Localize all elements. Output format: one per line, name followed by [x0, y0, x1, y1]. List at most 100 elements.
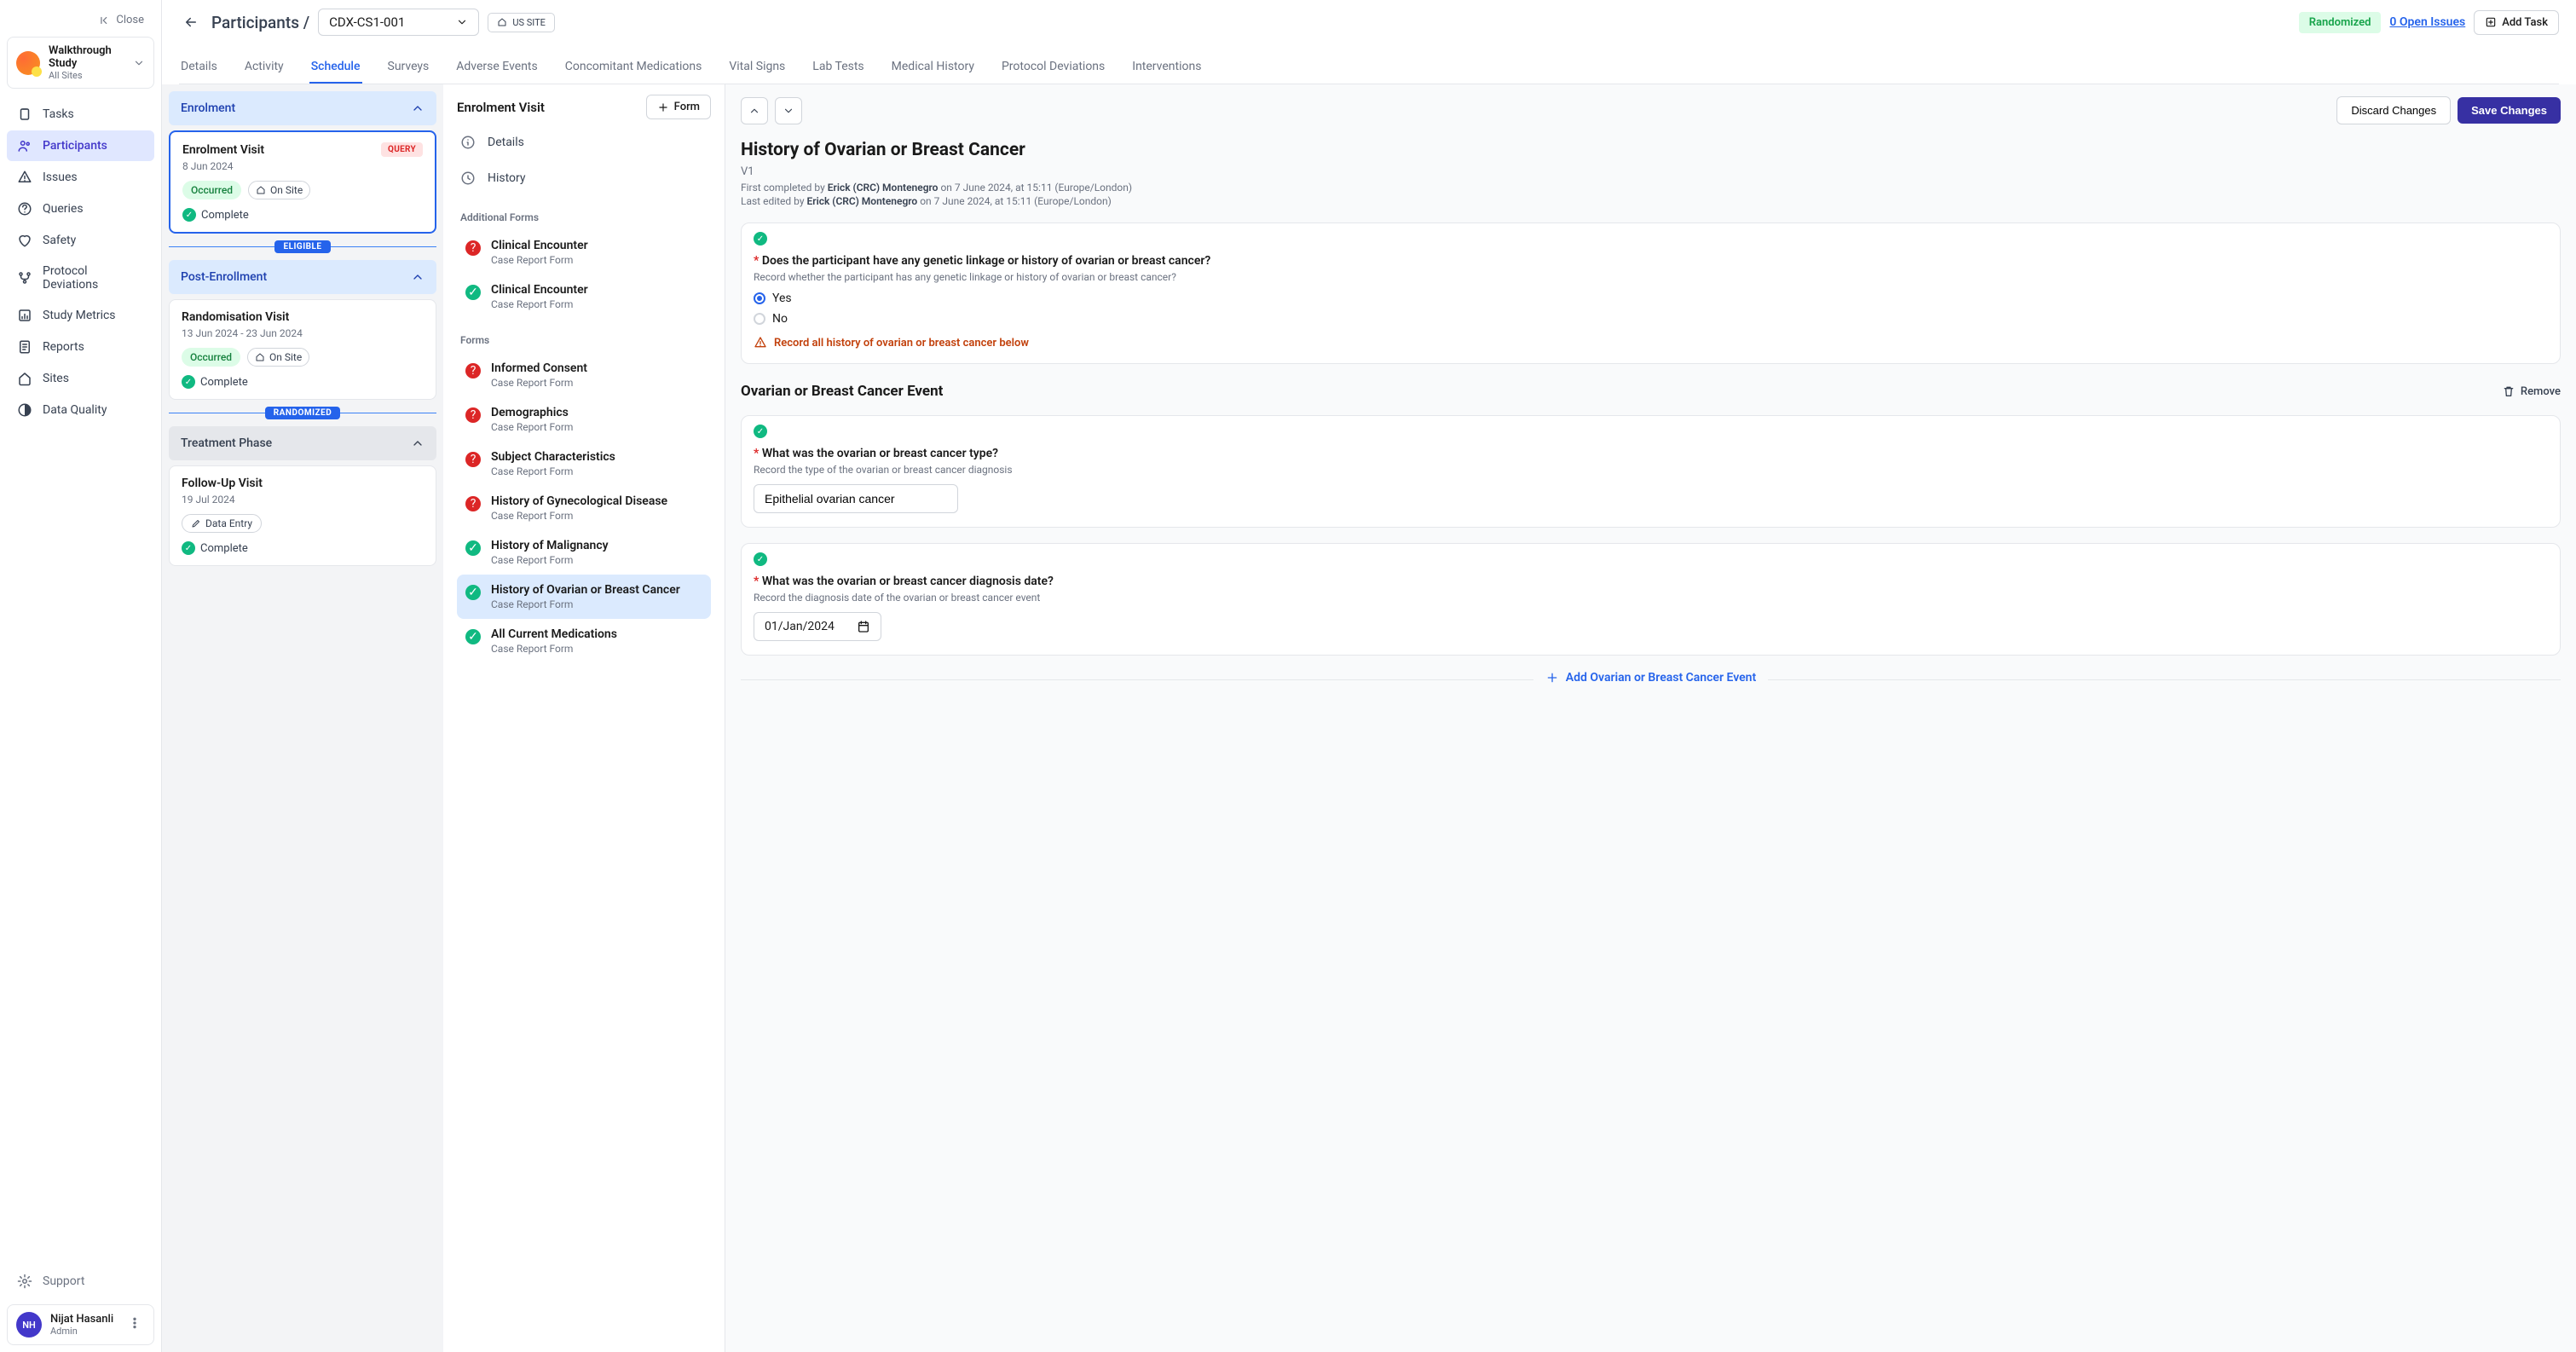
- site-label: US SITE: [512, 17, 546, 28]
- section-header-treatment[interactable]: Treatment Phase: [169, 426, 436, 460]
- form-item-informed-consent[interactable]: ?Informed ConsentCase Report Form: [457, 353, 711, 397]
- sidebar-item-sites[interactable]: Sites: [7, 363, 154, 394]
- form-item-clinical-encounter-2[interactable]: ✓Clinical EncounterCase Report Form: [457, 274, 711, 319]
- form-item-subject-characteristics[interactable]: ?Subject CharacteristicsCase Report Form: [457, 442, 711, 486]
- radio-label: Yes: [772, 292, 792, 305]
- plus-icon: [1545, 671, 1559, 685]
- visit-card-randomisation[interactable]: Randomisation Visit 13 Jun 2024 - 23 Jun…: [169, 299, 436, 400]
- occurred-chip: Occurred: [182, 348, 240, 367]
- tab-lab-tests[interactable]: Lab Tests: [811, 51, 865, 84]
- complete-label: Complete: [200, 376, 248, 389]
- section-header-enrolment[interactable]: Enrolment: [169, 91, 436, 125]
- tab-details[interactable]: Details: [179, 51, 219, 84]
- form-item-ovarian-breast[interactable]: ✓History of Ovarian or Breast CancerCase…: [457, 575, 711, 619]
- alert-icon: [17, 170, 32, 185]
- site-badge[interactable]: US SITE: [488, 13, 555, 32]
- tab-schedule[interactable]: Schedule: [309, 51, 362, 84]
- sidebar-item-tasks[interactable]: Tasks: [7, 99, 154, 130]
- calendar-icon: [857, 620, 870, 633]
- sidebar-item-study-metrics[interactable]: Study Metrics: [7, 300, 154, 331]
- visit-title: Randomisation Visit: [182, 310, 424, 324]
- sidebar-item-issues[interactable]: Issues: [7, 162, 154, 193]
- participant-selector[interactable]: CDX-CS1-001: [318, 9, 479, 36]
- back-button[interactable]: [179, 10, 203, 34]
- form-item-title: Informed Consent: [491, 361, 702, 375]
- nav-label: Participants: [43, 139, 107, 153]
- add-task-button[interactable]: Add Task: [2474, 10, 2559, 35]
- form-item-malignancy[interactable]: ✓History of MalignancyCase Report Form: [457, 530, 711, 575]
- save-button[interactable]: Save Changes: [2458, 97, 2561, 124]
- radio-yes[interactable]: Yes: [754, 292, 2548, 305]
- user-menu-button[interactable]: [124, 1313, 145, 1337]
- kebab-icon: [128, 1316, 142, 1330]
- add-event-label: Add Ovarian or Breast Cancer Event: [1566, 671, 1756, 685]
- prev-form-button[interactable]: [741, 97, 768, 124]
- visit-details-link[interactable]: Details: [457, 124, 711, 160]
- chart-icon: [17, 308, 32, 323]
- chevron-up-icon: [411, 270, 425, 284]
- diagnosis-date-input[interactable]: 01/Jan/2024: [754, 612, 881, 641]
- nav-label: Study Metrics: [43, 309, 116, 322]
- form-item-sub: Case Report Form: [491, 298, 702, 310]
- form-item-title: History of Malignancy: [491, 539, 702, 552]
- visit-history-link[interactable]: History: [457, 160, 711, 196]
- tab-interventions[interactable]: Interventions: [1130, 51, 1203, 84]
- close-button[interactable]: Close: [7, 7, 154, 33]
- form-item-current-meds[interactable]: ✓All Current MedicationsCase Report Form: [457, 619, 711, 663]
- question-label: Does the participant have any genetic li…: [762, 254, 1210, 268]
- tab-adverse-events[interactable]: Adverse Events: [454, 51, 539, 84]
- tab-medical-history[interactable]: Medical History: [890, 51, 976, 84]
- study-logo-icon: [16, 51, 40, 75]
- tab-activity[interactable]: Activity: [243, 51, 286, 84]
- sidebar-item-participants[interactable]: Participants: [7, 130, 154, 161]
- study-sites: All Sites: [49, 70, 124, 81]
- heart-icon: [17, 233, 32, 248]
- chevron-up-icon: [411, 436, 425, 450]
- form-item-demographics[interactable]: ?DemographicsCase Report Form: [457, 397, 711, 442]
- radio-no[interactable]: No: [754, 312, 2548, 326]
- form-item-clinical-encounter-1[interactable]: ?Clinical EncounterCase Report Form: [457, 230, 711, 274]
- sidebar-item-queries[interactable]: Queries: [7, 194, 154, 224]
- section-header-post-enrollment[interactable]: Post-Enrollment: [169, 260, 436, 294]
- tab-protocol-deviations[interactable]: Protocol Deviations: [1000, 51, 1106, 84]
- study-selector[interactable]: Walkthrough Study All Sites: [7, 37, 154, 89]
- next-form-button[interactable]: [775, 97, 802, 124]
- cancer-type-input[interactable]: [754, 484, 958, 513]
- section-title: Treatment Phase: [181, 436, 272, 450]
- discard-button[interactable]: Discard Changes: [2336, 96, 2451, 124]
- nav-label: Reports: [43, 340, 84, 354]
- add-event-button[interactable]: Add Ovarian or Breast Cancer Event: [1533, 671, 1768, 685]
- form-item-title: History of Ovarian or Breast Cancer: [491, 583, 702, 597]
- tab-vital-signs[interactable]: Vital Signs: [727, 51, 787, 84]
- nav-label: Sites: [43, 372, 69, 385]
- check-icon: ✓: [465, 540, 481, 556]
- form-item-gyn-disease[interactable]: ?History of Gynecological DiseaseCase Re…: [457, 486, 711, 530]
- support-label: Support: [43, 1274, 84, 1288]
- section-title: Post-Enrollment: [181, 270, 267, 284]
- support-link[interactable]: Support: [7, 1265, 154, 1297]
- sidebar-item-reports[interactable]: Reports: [7, 332, 154, 362]
- sidebar-item-protocol-deviations[interactable]: Protocol Deviations: [7, 257, 154, 299]
- branch-icon: [17, 270, 32, 286]
- form-item-sub: Case Report Form: [491, 421, 702, 433]
- add-form-button[interactable]: Form: [646, 95, 711, 119]
- check-icon: ✓: [465, 285, 481, 300]
- home-icon: [497, 17, 507, 27]
- form-completed-by: First completed by Erick (CRC) Montenegr…: [741, 182, 2561, 194]
- visit-card-enrolment[interactable]: Enrolment VisitQUERY 8 Jun 2024 Occurred…: [169, 130, 436, 234]
- main: Participants / CDX-CS1-001 US SITE Rando…: [162, 0, 2576, 1352]
- form-item-title: Demographics: [491, 406, 702, 419]
- sidebar-item-safety[interactable]: Safety: [7, 225, 154, 256]
- tab-con-meds[interactable]: Concomitant Medications: [563, 51, 704, 84]
- header: Participants / CDX-CS1-001 US SITE Rando…: [162, 0, 2576, 84]
- detail-label: Details: [488, 136, 524, 149]
- radio-icon: [754, 292, 765, 304]
- visit-card-followup[interactable]: Follow-Up Visit 19 Jul 2024 Data Entry ✓…: [169, 465, 436, 566]
- check-icon: ✓: [182, 541, 195, 555]
- sidebar-item-data-quality[interactable]: Data Quality: [7, 395, 154, 425]
- remove-label: Remove: [2521, 385, 2561, 398]
- remove-event-button[interactable]: Remove: [2502, 384, 2561, 398]
- tab-surveys[interactable]: Surveys: [386, 51, 431, 84]
- open-issues-link[interactable]: 0 Open Issues: [2389, 15, 2465, 29]
- question-help: Record the type of the ovarian or breast…: [754, 464, 2548, 476]
